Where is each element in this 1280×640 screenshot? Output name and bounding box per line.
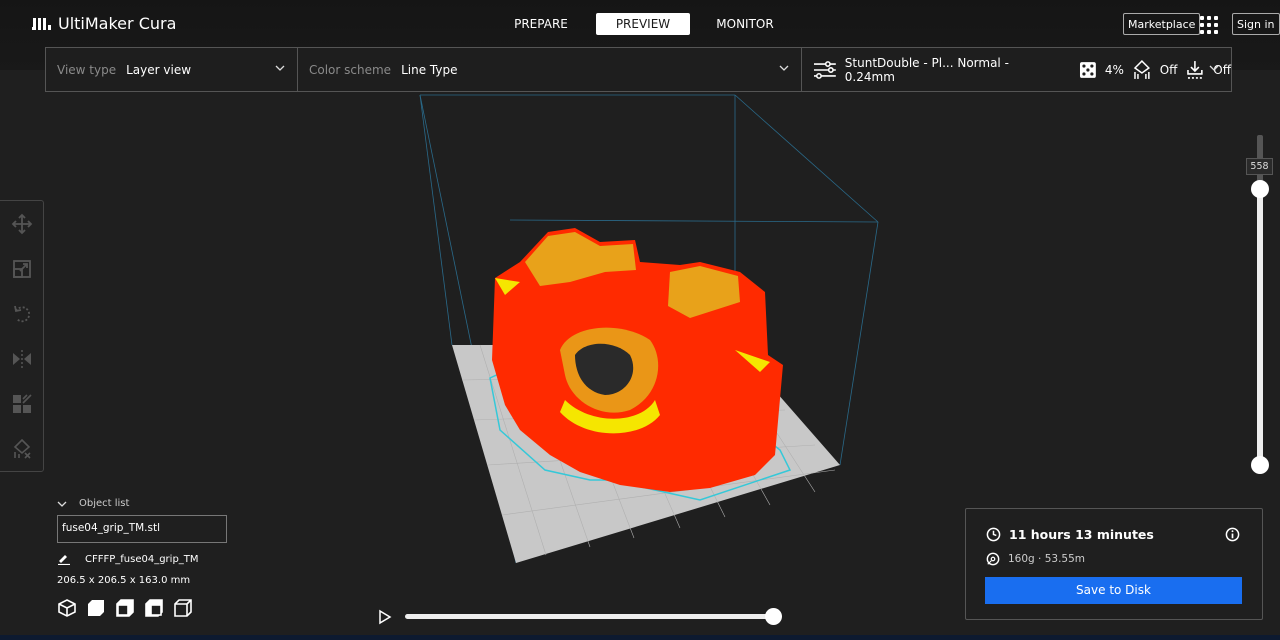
color-scheme-label: Color scheme	[309, 62, 392, 77]
path-slider-track[interactable]	[405, 614, 775, 619]
marketplace-button[interactable]: Marketplace	[1123, 13, 1201, 35]
tab-monitor[interactable]: MONITOR	[698, 13, 792, 35]
tab-prepare[interactable]: PREPARE	[494, 13, 588, 35]
layer-slider-track	[1257, 189, 1263, 465]
path-slider-handle[interactable]	[765, 608, 782, 625]
stage-tabs: PREPARE PREVIEW MONITOR	[494, 13, 800, 35]
clock-icon	[986, 527, 1001, 542]
layer-slider[interactable]	[1250, 135, 1270, 475]
3d-view-icon[interactable]	[57, 598, 77, 618]
settings-sliders-icon	[813, 60, 836, 79]
object-name: CFFFP_fuse04_grip_TM	[85, 553, 199, 565]
top-view-icon[interactable]	[115, 598, 135, 618]
spool-icon	[986, 552, 1000, 566]
per-model-settings-icon[interactable]	[11, 393, 33, 415]
chevron-down-icon	[57, 501, 67, 507]
print-time: 11 hours 13 minutes	[1009, 527, 1154, 542]
edit-pencil-icon[interactable]	[57, 553, 71, 565]
right-view-icon[interactable]	[173, 598, 193, 618]
chevron-down-icon	[275, 65, 285, 71]
transform-toolbar	[0, 200, 44, 472]
sign-in-button[interactable]: Sign in	[1232, 13, 1280, 35]
info-icon[interactable]	[1225, 527, 1240, 542]
color-scheme-value: Line Type	[401, 62, 458, 77]
app-title: UltiMaker Cura	[58, 14, 177, 33]
ultimaker-logo-icon	[32, 17, 51, 30]
object-list-panel: Object list fuse04_grip_TM.stl CFFFP_fus…	[57, 498, 237, 618]
save-to-disk-button[interactable]: Save to Disk	[985, 577, 1242, 604]
object-list-toggle[interactable]: Object list	[57, 498, 237, 509]
infill-value: 4%	[1104, 62, 1124, 77]
play-icon[interactable]	[378, 609, 392, 625]
object-list-header: Object list	[79, 498, 130, 509]
layer-slider-upper-handle[interactable]	[1251, 180, 1269, 198]
apps-grid-icon[interactable]	[1200, 16, 1218, 34]
path-slider	[378, 605, 788, 629]
current-layer-badge[interactable]: 558	[1246, 158, 1273, 175]
print-settings-dropdown[interactable]: StuntDouble - Pl... Normal - 0.24mm 4% O…	[802, 48, 1231, 91]
mirror-icon[interactable]	[11, 348, 33, 370]
infill-icon	[1079, 61, 1096, 78]
chevron-down-icon	[779, 65, 789, 71]
current-layer-value: 558	[1250, 161, 1269, 172]
material-usage: 160g · 53.55m	[1008, 553, 1086, 565]
support-icon	[1133, 59, 1150, 79]
move-icon[interactable]	[11, 213, 33, 235]
object-dimensions: 206.5 x 206.5 x 163.0 mm	[57, 575, 191, 586]
view-toolbar: View type Layer view Color scheme Line T…	[45, 47, 1232, 92]
object-list-item[interactable]: fuse04_grip_TM.stl	[57, 515, 227, 543]
view-type-value: Layer view	[126, 62, 192, 77]
print-information-panel: 11 hours 13 minutes 160g · 53.55m Save t…	[965, 508, 1263, 620]
support-blocker-icon[interactable]	[11, 438, 33, 460]
support-value: Off	[1159, 62, 1178, 77]
app-logo: UltiMaker Cura	[32, 14, 176, 33]
chevron-down-icon	[1209, 65, 1219, 71]
bottom-edge	[0, 635, 1280, 640]
tab-preview[interactable]: PREVIEW	[596, 13, 690, 35]
scale-icon[interactable]	[11, 258, 33, 280]
layer-slider-lower-handle[interactable]	[1251, 456, 1269, 474]
view-type-dropdown[interactable]: View type Layer view	[46, 48, 298, 91]
front-view-icon[interactable]	[86, 598, 106, 618]
left-view-icon[interactable]	[144, 598, 164, 618]
adhesion-icon	[1187, 60, 1204, 79]
profile-name: StuntDouble - Pl... Normal - 0.24mm	[844, 55, 1009, 84]
rotate-icon[interactable]	[11, 303, 33, 325]
view-type-label: View type	[57, 62, 117, 77]
camera-view-buttons	[57, 598, 237, 618]
color-scheme-dropdown[interactable]: Color scheme Line Type	[298, 48, 802, 91]
